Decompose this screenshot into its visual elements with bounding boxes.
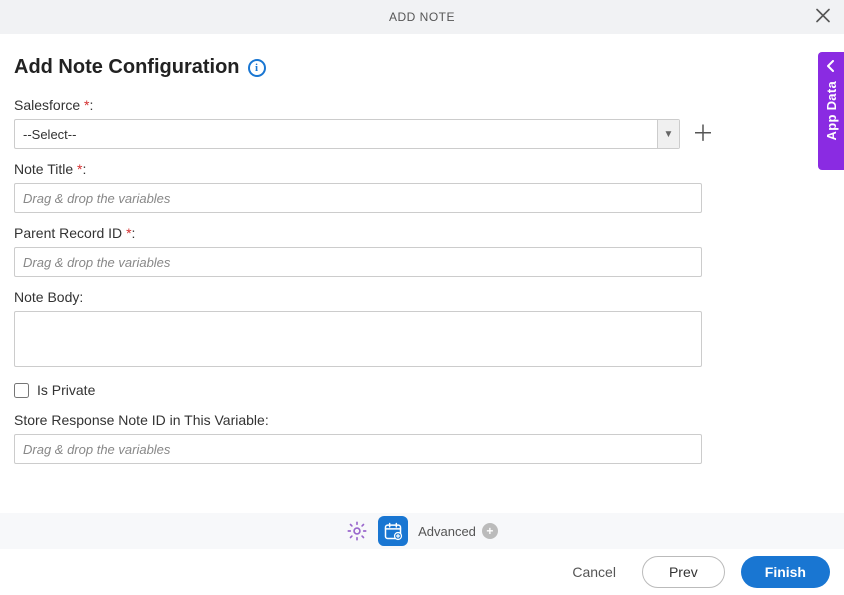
note-body-input[interactable] [14,311,702,367]
note-title-label: Note Title *: [14,161,830,177]
parent-record-id-label: Parent Record ID *: [14,225,830,241]
salesforce-label: Salesforce *: [14,97,830,113]
advanced-button[interactable]: Advanced + [418,523,498,539]
chevron-left-icon [827,60,835,75]
app-data-tab[interactable]: App Data [818,52,844,170]
dialog-header: ADD NOTE [0,0,844,34]
bottom-toolbar: Advanced + [0,513,844,549]
store-response-field: Store Response Note ID in This Variable: [14,412,830,464]
finish-button[interactable]: Finish [741,556,830,588]
app-data-label: App Data [824,81,839,140]
required-marker: * [77,161,82,177]
is-private-checkbox[interactable] [14,383,29,398]
prev-button[interactable]: Prev [642,556,725,588]
note-body-field: Note Body: [14,289,830,370]
salesforce-select-value: --Select-- [15,127,657,142]
dialog-content: Add Note Configuration i Salesforce *: -… [0,34,844,486]
calendar-add-icon[interactable] [378,516,408,546]
dialog-title: ADD NOTE [389,10,455,24]
info-icon[interactable]: i [248,59,266,77]
parent-record-id-field: Parent Record ID *: [14,225,830,277]
store-response-input[interactable] [14,434,702,464]
chevron-down-icon[interactable]: ▼ [657,120,679,148]
close-icon[interactable] [812,3,834,32]
salesforce-select[interactable]: --Select-- ▼ [14,119,680,149]
salesforce-field: Salesforce *: --Select-- ▼ ＋ [14,97,830,149]
add-salesforce-button[interactable]: ＋ [692,123,714,145]
is-private-label: Is Private [37,382,95,398]
plus-circle-icon: + [482,523,498,539]
note-body-label: Note Body: [14,289,830,305]
note-title-label-text: Note Title [14,161,73,177]
salesforce-label-text: Salesforce [14,97,80,113]
is-private-field: Is Private [14,382,830,398]
store-response-label: Store Response Note ID in This Variable: [14,412,830,428]
required-marker: * [126,225,131,241]
note-title-input[interactable] [14,183,702,213]
page-title: Add Note Configuration [14,56,240,79]
parent-record-id-label-text: Parent Record ID [14,225,122,241]
required-marker: * [84,97,89,113]
parent-record-id-input[interactable] [14,247,702,277]
cancel-button[interactable]: Cancel [562,558,626,586]
advanced-label: Advanced [418,524,476,539]
page-title-row: Add Note Configuration i [14,56,830,79]
gear-icon[interactable] [346,520,368,542]
dialog-footer: Cancel Prev Finish [0,549,844,595]
note-title-field: Note Title *: [14,161,830,213]
